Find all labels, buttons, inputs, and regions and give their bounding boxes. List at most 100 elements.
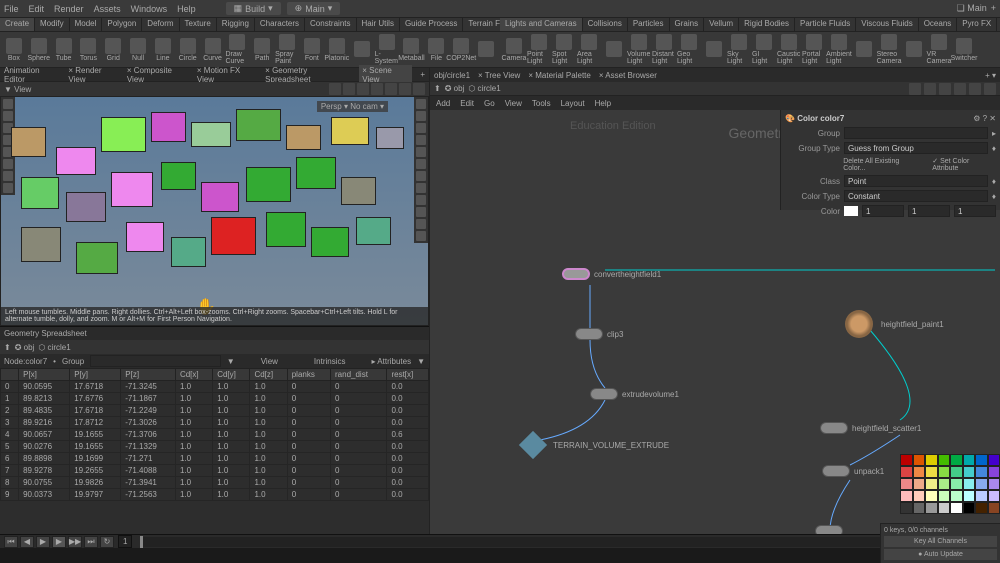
- palette-swatch[interactable]: [925, 502, 938, 514]
- table-row[interactable]: 890.075519.9826-71.39411.01.01.0000.0: [1, 477, 429, 489]
- pane-tab[interactable]: Animation Editor: [4, 66, 60, 84]
- palette-swatch[interactable]: [938, 502, 951, 514]
- viewport-tool[interactable]: [329, 83, 341, 95]
- shelf-tool-icon[interactable]: COP2Net: [449, 34, 473, 65]
- pane-tab[interactable]: × Material Palette: [528, 71, 591, 80]
- node-extrudevolume[interactable]: extrudevolume1: [590, 388, 679, 400]
- shelf-tool-icon[interactable]: Torus: [76, 34, 100, 65]
- shelf-tool-icon[interactable]: GI Light: [752, 34, 776, 65]
- palette-swatch[interactable]: [988, 478, 1000, 490]
- display-tool-icon[interactable]: [416, 99, 426, 109]
- filter-icon[interactable]: ▼: [417, 357, 425, 366]
- palette-swatch[interactable]: [975, 478, 988, 490]
- network-path[interactable]: ⬆ ✪ obj ⬡ circle1: [430, 82, 1000, 96]
- palette-swatch[interactable]: [975, 466, 988, 478]
- viewport-tool[interactable]: [399, 83, 411, 95]
- delete-color-checkbox[interactable]: Delete All Existing Color...: [843, 158, 922, 172]
- pane-tab[interactable]: × Asset Browser: [599, 71, 657, 80]
- shelf-tab[interactable]: Rigging: [217, 18, 255, 31]
- menu-windows[interactable]: Windows: [131, 4, 168, 14]
- shelf-tool-icon[interactable]: Area Light: [577, 34, 601, 65]
- grouptype-dropdown[interactable]: Guess from Group: [844, 142, 988, 154]
- network-tool-icon[interactable]: [939, 83, 951, 95]
- menu-help[interactable]: Help: [177, 4, 196, 14]
- palette-swatch[interactable]: [938, 454, 951, 466]
- shelf-tab[interactable]: Lights and Cameras: [500, 18, 583, 31]
- palette-swatch[interactable]: [988, 454, 1000, 466]
- node-heightfield-scatter[interactable]: heightfield_scatter1: [820, 422, 921, 434]
- add-pane-icon[interactable]: +: [991, 3, 996, 14]
- table-row[interactable]: 689.889819.1699-71.2711.01.01.0000.0: [1, 453, 429, 465]
- display-tool-icon[interactable]: [416, 147, 426, 157]
- shelf-tab[interactable]: Deform: [142, 18, 179, 31]
- ss-tab[interactable]: ▸ Attributes: [371, 357, 411, 366]
- filter-icon[interactable]: ▼: [227, 357, 235, 366]
- shelf-tab[interactable]: Polygon: [102, 18, 142, 31]
- shelf-tool-icon[interactable]: Path: [250, 34, 274, 65]
- palette-swatch[interactable]: [913, 454, 926, 466]
- palette-swatch[interactable]: [900, 502, 913, 514]
- table-row[interactable]: 590.027619.1655-71.13291.01.01.0000.0: [1, 441, 429, 453]
- shelf-tool-icon[interactable]: [902, 34, 926, 65]
- shelf-tool-icon[interactable]: [474, 34, 498, 65]
- auto-update-button[interactable]: ● Auto Update: [884, 549, 997, 560]
- table-row[interactable]: 090.059517.6718-71.32451.01.01.0000.0: [1, 381, 429, 393]
- menu-edit[interactable]: Edit: [29, 4, 45, 14]
- color-palette[interactable]: [900, 454, 1000, 514]
- prev-frame-button[interactable]: ◀: [20, 536, 34, 548]
- preset-button[interactable]: ⊕ Main ▾: [287, 2, 341, 15]
- camera-badge[interactable]: Persp ▾ No cam ▾: [317, 101, 388, 112]
- palette-swatch[interactable]: [950, 466, 963, 478]
- palette-swatch[interactable]: [963, 466, 976, 478]
- table-row[interactable]: 490.065719.1655-71.37061.01.01.0000.6: [1, 429, 429, 441]
- display-tool-icon[interactable]: [416, 111, 426, 121]
- last-frame-button[interactable]: ⏭: [84, 536, 98, 548]
- pane-tab[interactable]: × Tree View: [478, 71, 520, 80]
- column-header[interactable]: Cd[x]: [175, 369, 212, 381]
- shelf-tool-icon[interactable]: Sphere: [27, 34, 51, 65]
- node-heightfield-paint[interactable]: heightfield_paint1: [845, 310, 944, 338]
- shelf-tool-icon[interactable]: [852, 34, 876, 65]
- spreadsheet-path[interactable]: ⬆ ✪ obj ⬡ circle1: [0, 340, 429, 354]
- palette-swatch[interactable]: [900, 490, 913, 502]
- viewport-tool[interactable]: [343, 83, 355, 95]
- shelf-tab[interactable]: Pyro FX: [957, 18, 997, 31]
- table-row[interactable]: 289.483517.6718-71.22491.01.01.0000.0: [1, 405, 429, 417]
- palette-swatch[interactable]: [963, 502, 976, 514]
- timeline-track[interactable]: [140, 537, 917, 547]
- shelf-tab[interactable]: Guide Process: [400, 18, 463, 31]
- network-tool-icon[interactable]: [954, 83, 966, 95]
- shelf-tool-icon[interactable]: Font: [300, 34, 324, 65]
- net-menu-item[interactable]: View: [505, 99, 522, 108]
- shelf-tab[interactable]: Create: [0, 18, 35, 31]
- layout-main[interactable]: ❏ Main: [957, 3, 987, 14]
- shelf-tool-icon[interactable]: Volume Light: [627, 34, 651, 65]
- palette-swatch[interactable]: [988, 490, 1000, 502]
- palette-swatch[interactable]: [938, 478, 951, 490]
- color-swatch[interactable]: [844, 206, 858, 216]
- palette-swatch[interactable]: [975, 502, 988, 514]
- shelf-tool-icon[interactable]: Sky Light: [727, 34, 751, 65]
- point-mode-icon[interactable]: •: [53, 357, 56, 366]
- path-part[interactable]: ⬡ circle1: [38, 343, 70, 352]
- spreadsheet-table[interactable]: P[x]P[y]P[z]Cd[x]Cd[y]Cd[z]planksrand_di…: [0, 368, 429, 534]
- menu-assets[interactable]: Assets: [94, 4, 121, 14]
- palette-swatch[interactable]: [950, 454, 963, 466]
- net-menu-item[interactable]: Edit: [460, 99, 474, 108]
- palette-swatch[interactable]: [913, 478, 926, 490]
- palette-swatch[interactable]: [975, 490, 988, 502]
- display-tool-icon[interactable]: [416, 195, 426, 205]
- shelf-tab[interactable]: Characters: [255, 18, 305, 31]
- network-view[interactable]: Education Edition Geometry convertheight…: [430, 110, 1000, 534]
- ss-tab[interactable]: Intrinsics: [314, 357, 346, 366]
- shelf-tool-icon[interactable]: Platonic: [325, 34, 349, 65]
- node-clip[interactable]: clip3: [575, 328, 623, 340]
- shelf-tab[interactable]: Particles: [628, 18, 670, 31]
- column-header[interactable]: rest[x]: [387, 369, 429, 381]
- table-row[interactable]: 789.927819.2655-71.40881.01.01.0000.0: [1, 465, 429, 477]
- tool-icon[interactable]: [3, 159, 13, 169]
- shelf-tool-icon[interactable]: Geo Light: [677, 34, 701, 65]
- shelf-tool-icon[interactable]: Portal Light: [802, 34, 826, 65]
- palette-swatch[interactable]: [963, 478, 976, 490]
- path-part[interactable]: ⬡ circle1: [468, 84, 500, 93]
